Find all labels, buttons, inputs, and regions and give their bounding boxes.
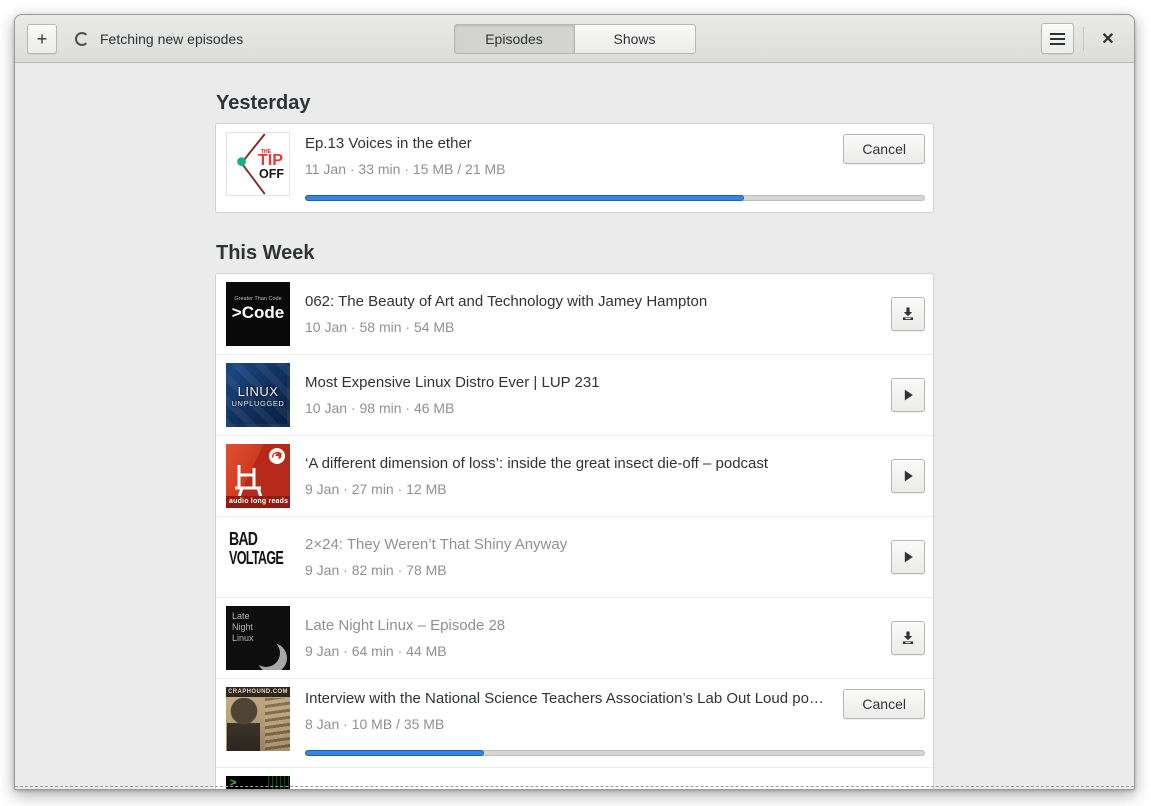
episode-artwork: Greater Than Code >Code — [226, 282, 290, 346]
download-progress-fill — [305, 750, 485, 756]
episode-title: 2×24: They Weren’t That Shiny Anyway — [305, 536, 568, 553]
episode-meta: 11 Jan · 33 min · 15 MB / 21 MB — [305, 161, 506, 177]
download-button[interactable] — [891, 297, 925, 331]
episode-meta: 10 Jan · 58 min · 54 MB — [305, 319, 455, 335]
play-icon — [904, 389, 913, 401]
download-progressbar — [305, 750, 925, 756]
artwork-text: LINUX — [237, 384, 279, 399]
section-title: This Week — [216, 242, 315, 264]
download-icon — [903, 307, 913, 320]
download-button[interactable] — [891, 621, 925, 655]
play-button[interactable] — [891, 378, 925, 412]
episode-row[interactable]: BAD VOLTAGE 2×24: They Weren’t That Shiny… — [216, 516, 933, 597]
hamburger-icon — [1050, 37, 1065, 40]
episode-artwork: LINUX UNPLUGGED — [226, 363, 290, 427]
episode-card: Greater Than Code >Code 062: The Beauty o… — [215, 273, 934, 789]
episode-artwork: >IRL — [226, 776, 290, 789]
episode-section: This Week Greater Than Code >Code 062: Th… — [215, 241, 934, 789]
cancel-button[interactable]: Cancel — [843, 134, 925, 164]
episode-row[interactable]: LINUX UNPLUGGED Most Expensive Linux Dist… — [216, 354, 933, 435]
episode-row[interactable]: >IRL Bot or Not — [216, 767, 933, 789]
play-icon — [904, 551, 913, 563]
tab-episodes[interactable]: Episodes — [453, 24, 575, 54]
episode-title: 062: The Beauty of Art and Technology wi… — [305, 293, 708, 310]
artwork-text: audio long reads — [229, 498, 289, 505]
episode-row[interactable]: Greater Than Code >Code 062: The Beauty o… — [216, 274, 933, 354]
add-podcast-button[interactable]: + — [27, 23, 57, 54]
artwork-text: Night — [232, 622, 254, 632]
download-icon — [903, 631, 913, 644]
episode-row[interactable]: Late Night Linux Late Night Linux – Episod… — [216, 597, 933, 678]
artwork-text: > — [230, 777, 237, 789]
artwork-text: Linux — [232, 633, 254, 643]
artwork-text: BAD — [229, 529, 258, 549]
episode-title: ‘A different dimension of loss’: inside … — [305, 455, 769, 472]
header-right-controls: ✕ — [1041, 23, 1122, 54]
episode-meta: 9 Jan · 64 min · 44 MB — [305, 643, 447, 659]
episode-artwork: BAD VOLTAGE — [226, 525, 290, 589]
episode-artwork: THE TIP OFF — [226, 132, 290, 196]
header-separator — [1083, 26, 1084, 51]
episode-row[interactable]: THE TIP OFF Ep.13 Voices in the ether 11 J… — [216, 124, 933, 212]
close-icon: ✕ — [1101, 30, 1115, 48]
play-icon — [904, 470, 913, 482]
plus-icon: + — [36, 28, 48, 49]
window-close-button[interactable]: ✕ — [1094, 25, 1122, 53]
episode-title: Ep.13 Voices in the ether — [305, 135, 472, 152]
episode-list-column: Yesterday THE TIP OFF Ep.13 Voices in the … — [215, 91, 934, 789]
spinner-icon — [75, 31, 89, 46]
artwork-text: VOLTAGE — [229, 548, 284, 568]
view-switcher: Episodes Shows — [453, 24, 696, 54]
episode-artwork: CRAPHOUND.COM — [226, 687, 290, 751]
menu-button[interactable] — [1041, 23, 1074, 54]
episode-title: Interview with the National Science Teac… — [305, 690, 830, 707]
episode-artwork: Late Night Linux — [226, 606, 290, 670]
play-button[interactable] — [891, 459, 925, 493]
episode-meta: 9 Jan · 82 min · 78 MB — [305, 562, 447, 578]
episode-meta: 8 Jan · 10 MB / 35 MB — [305, 716, 445, 732]
episodes-view[interactable]: Yesterday THE TIP OFF Ep.13 Voices in the … — [15, 63, 1134, 789]
play-button[interactable] — [891, 540, 925, 574]
episode-title: Late Night Linux – Episode 28 — [305, 617, 506, 634]
download-progressbar — [305, 195, 925, 201]
episode-artwork: audio long reads — [226, 444, 290, 508]
artwork-text: CRAPHOUND.COM — [226, 687, 290, 697]
artwork-text: UNPLUGGED — [231, 399, 285, 408]
artwork-text: >Code — [231, 303, 285, 322]
section-title: Yesterday — [216, 92, 311, 114]
cancel-button[interactable]: Cancel — [843, 689, 925, 719]
episode-row[interactable]: audio long reads ‘A different dimension … — [216, 435, 933, 516]
episode-meta: 10 Jan · 98 min · 46 MB — [305, 400, 455, 416]
app-window: + Fetching new episodes Episodes Shows ✕… — [14, 14, 1135, 790]
download-progress-fill — [305, 195, 744, 201]
episode-meta: 9 Jan · 27 min · 12 MB — [305, 481, 447, 497]
artwork-text: Late — [232, 611, 250, 621]
episode-row[interactable]: CRAPHOUND.COM Interview with the Nationa… — [216, 678, 933, 767]
episode-title: Most Expensive Linux Distro Ever | LUP 2… — [305, 374, 600, 391]
episode-section: Yesterday THE TIP OFF Ep.13 Voices in the … — [215, 91, 934, 213]
tab-shows[interactable]: Shows — [574, 24, 696, 54]
fetch-status-text: Fetching new episodes — [100, 30, 244, 47]
artwork-text: Greater Than Code — [234, 296, 282, 302]
episode-card: THE TIP OFF Ep.13 Voices in the ether 11 J… — [215, 123, 934, 213]
header-bar: + Fetching new episodes Episodes Shows ✕ — [15, 15, 1134, 63]
artwork-text: OFF — [259, 167, 284, 181]
